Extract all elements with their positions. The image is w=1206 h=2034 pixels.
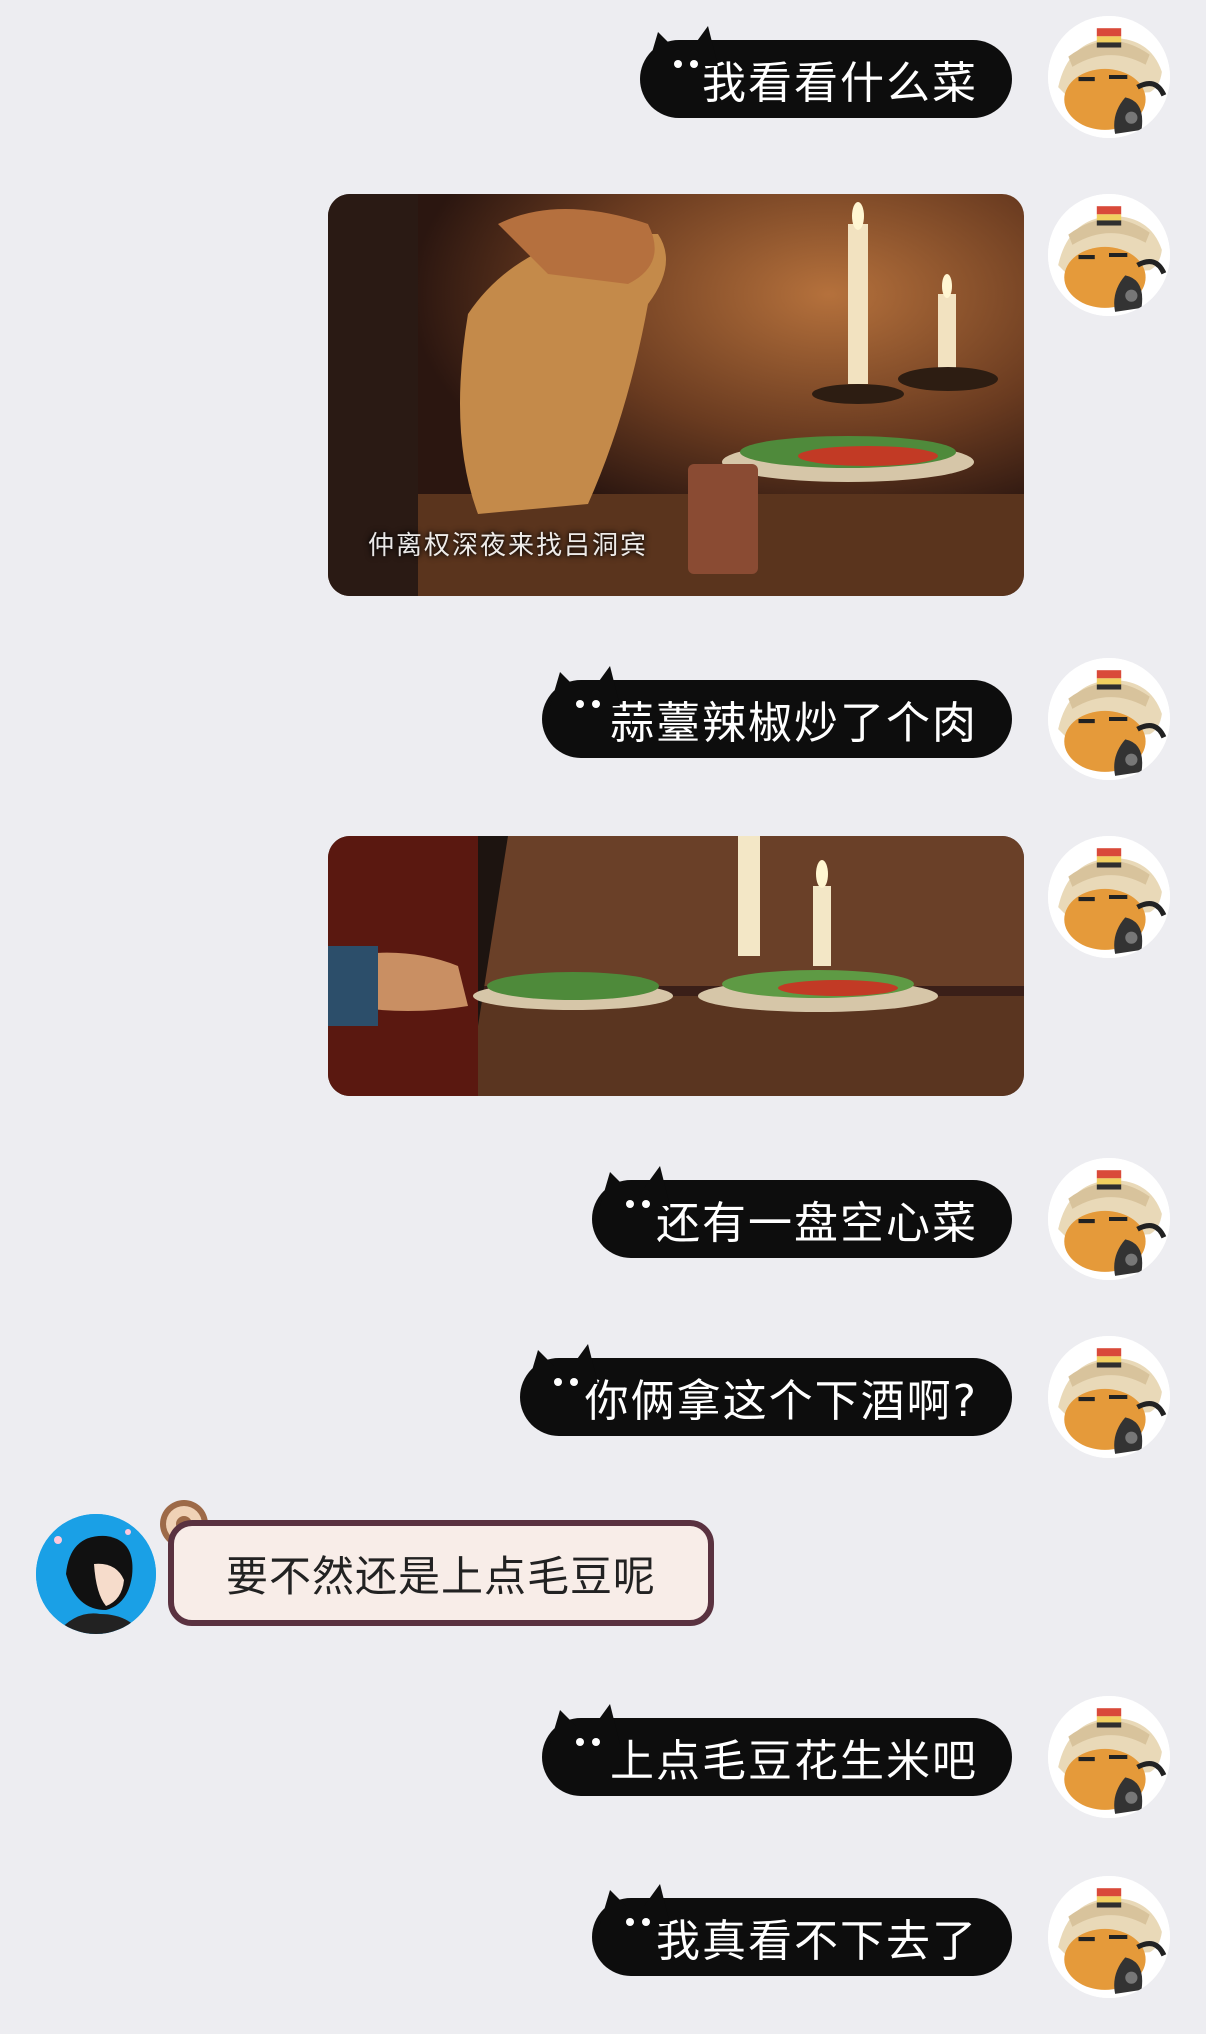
message-text: 要不然还是上点毛豆呢 bbox=[226, 1551, 657, 1601]
message-bubble[interactable]: 蒜薹辣椒炒了个肉 bbox=[542, 666, 1012, 758]
message-text: 上点毛豆花生米吧 bbox=[610, 1736, 978, 1787]
avatar[interactable] bbox=[1048, 836, 1170, 958]
cat-eyes-decoration bbox=[576, 700, 606, 710]
cat-eyes-decoration bbox=[626, 1918, 656, 1928]
message-bubble[interactable]: 我看看什么菜 bbox=[640, 26, 1012, 118]
cat-eyes-decoration bbox=[674, 60, 704, 70]
avatar[interactable] bbox=[1048, 1336, 1170, 1458]
message-text: 我看看什么菜 bbox=[702, 58, 978, 109]
message-text: 还有一盘空心菜 bbox=[656, 1198, 978, 1249]
avatar[interactable] bbox=[1048, 1876, 1170, 1998]
message-bubble[interactable]: 我真看不下去了 bbox=[592, 1884, 1012, 1976]
message-text: 我真看不下去了 bbox=[656, 1916, 978, 1967]
video-subtitle: 仲离权深夜来找吕洞宾 bbox=[368, 531, 649, 561]
avatar[interactable] bbox=[1048, 1696, 1170, 1818]
cat-eyes-decoration bbox=[576, 1738, 606, 1748]
message-image[interactable]: 仲离权深夜来找吕洞宾 bbox=[328, 194, 1024, 596]
dishes-on-table-image bbox=[328, 836, 1024, 1096]
message-text: 你俩拿这个下酒啊? bbox=[584, 1376, 978, 1427]
cat-eyes-decoration bbox=[626, 1200, 656, 1210]
avatar[interactable] bbox=[1048, 1158, 1170, 1280]
message-bubble[interactable]: 你俩拿这个下酒啊? bbox=[520, 1344, 1012, 1436]
avatar-left[interactable] bbox=[36, 1514, 156, 1634]
message-bubble[interactable]: 要不然还是上点毛豆呢 bbox=[168, 1520, 714, 1626]
message-bubble[interactable]: 还有一盘空心菜 bbox=[592, 1166, 1012, 1258]
avatar[interactable] bbox=[1048, 194, 1170, 316]
message-text: 蒜薹辣椒炒了个肉 bbox=[610, 698, 978, 749]
avatar[interactable] bbox=[1048, 658, 1170, 780]
avatar[interactable] bbox=[1048, 16, 1170, 138]
message-image[interactable] bbox=[328, 836, 1024, 1096]
message-bubble[interactable]: 上点毛豆花生米吧 bbox=[542, 1704, 1012, 1796]
cat-eyes-decoration bbox=[554, 1378, 584, 1388]
